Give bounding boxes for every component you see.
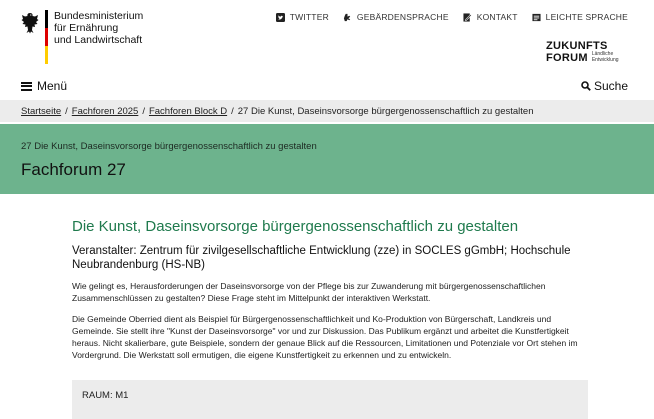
top-navigation: TWITTER GEBÄRDENSPRACHE KONTAKT LEICHTE … [275, 12, 628, 22]
breadcrumb-home[interactable]: Startseite [21, 106, 61, 117]
zukunftsforum-line-2: FORUM [546, 52, 588, 64]
breadcrumb-separator: / [231, 105, 234, 117]
german-flag-bar [45, 10, 48, 64]
twitter-link[interactable]: TWITTER [275, 12, 329, 22]
menu-button[interactable]: Menü [21, 79, 67, 93]
ministry-line-1: Bundesministerium [54, 10, 144, 22]
easy-language-icon [532, 13, 541, 21]
page-title: Fachforum 27 [21, 160, 126, 179]
sign-language-icon [343, 13, 351, 21]
main-content: Die Kunst, Daseinsvorsorge bürgergenosse… [72, 218, 592, 361]
twitter-icon [275, 12, 285, 22]
twitter-label: TWITTER [289, 12, 329, 22]
contact-label: KONTAKT [476, 12, 518, 22]
content-heading: Die Kunst, Daseinsvorsorge bürgergenosse… [72, 218, 519, 235]
search-icon [581, 81, 591, 91]
easy-language-label: LEICHTE SPRACHE [545, 12, 628, 22]
intro-paragraph: Wie gelingt es, Herausforderungen der Da… [72, 281, 546, 303]
breadcrumb-separator: / [142, 105, 145, 117]
contact-link[interactable]: KONTAKT [463, 12, 518, 22]
breadcrumb-separator: / [65, 105, 68, 117]
room-info-box: RAUM: M1 [72, 380, 588, 419]
page-hero: 27 Die Kunst, Daseinsvorsorge bürgergeno… [0, 124, 654, 194]
contact-icon [463, 12, 472, 22]
ministry-name: Bundesministerium für Ernährung und Land… [54, 10, 174, 46]
easy-language-link[interactable]: LEICHTE SPRACHE [532, 12, 628, 22]
sign-language-label: GEBÄRDENSPRACHE [356, 12, 449, 22]
federal-eagle-icon [21, 13, 39, 34]
flag-gold [45, 46, 48, 64]
breadcrumb-current: 27 Die Kunst, Daseinsvorsorge bürgergeno… [237, 105, 534, 117]
zukunftsforum-tagline-2: Entwicklung [591, 56, 619, 63]
search-label: Suche [593, 79, 628, 93]
zukunftsforum-line-1: ZUKUNFTS [546, 40, 608, 52]
breadcrumb-fachforen-2025[interactable]: Fachforen 2025 [72, 106, 139, 117]
ministry-line-2: für Ernährung [54, 22, 119, 34]
ministry-line-3: und Landwirtschaft [54, 34, 143, 46]
sign-language-link[interactable]: GEBÄRDENSPRACHE [343, 12, 449, 22]
flag-black [45, 10, 48, 28]
hero-subtitle: 27 Die Kunst, Daseinsvorsorge bürgergeno… [21, 141, 317, 152]
search-button[interactable]: Suche [581, 79, 628, 93]
menu-label: Menü [37, 79, 68, 93]
hamburger-icon [21, 81, 32, 91]
flag-red [45, 28, 48, 46]
zukunftsforum-tagline: Ländliche Entwicklung [591, 51, 619, 64]
breadcrumb-fachforen-block-d[interactable]: Fachforen Block D [149, 106, 227, 117]
menu-bar: Menü Suche [0, 78, 654, 98]
organizer-heading: Veranstalter: Zentrum für zivilgesellsch… [72, 245, 571, 271]
ministry-logo[interactable]: Bundesministerium für Ernährung und Land… [21, 10, 174, 64]
room-label: RAUM: M1 [82, 390, 129, 401]
description-paragraph: Die Gemeinde Oberried dient als Beispiel… [72, 314, 578, 360]
zukunftsforum-logo[interactable]: ZUKUNFTS FORUM Ländliche Entwicklung [546, 40, 632, 64]
breadcrumb: Startseite / Fachforen 2025 / Fachforen … [0, 100, 654, 122]
